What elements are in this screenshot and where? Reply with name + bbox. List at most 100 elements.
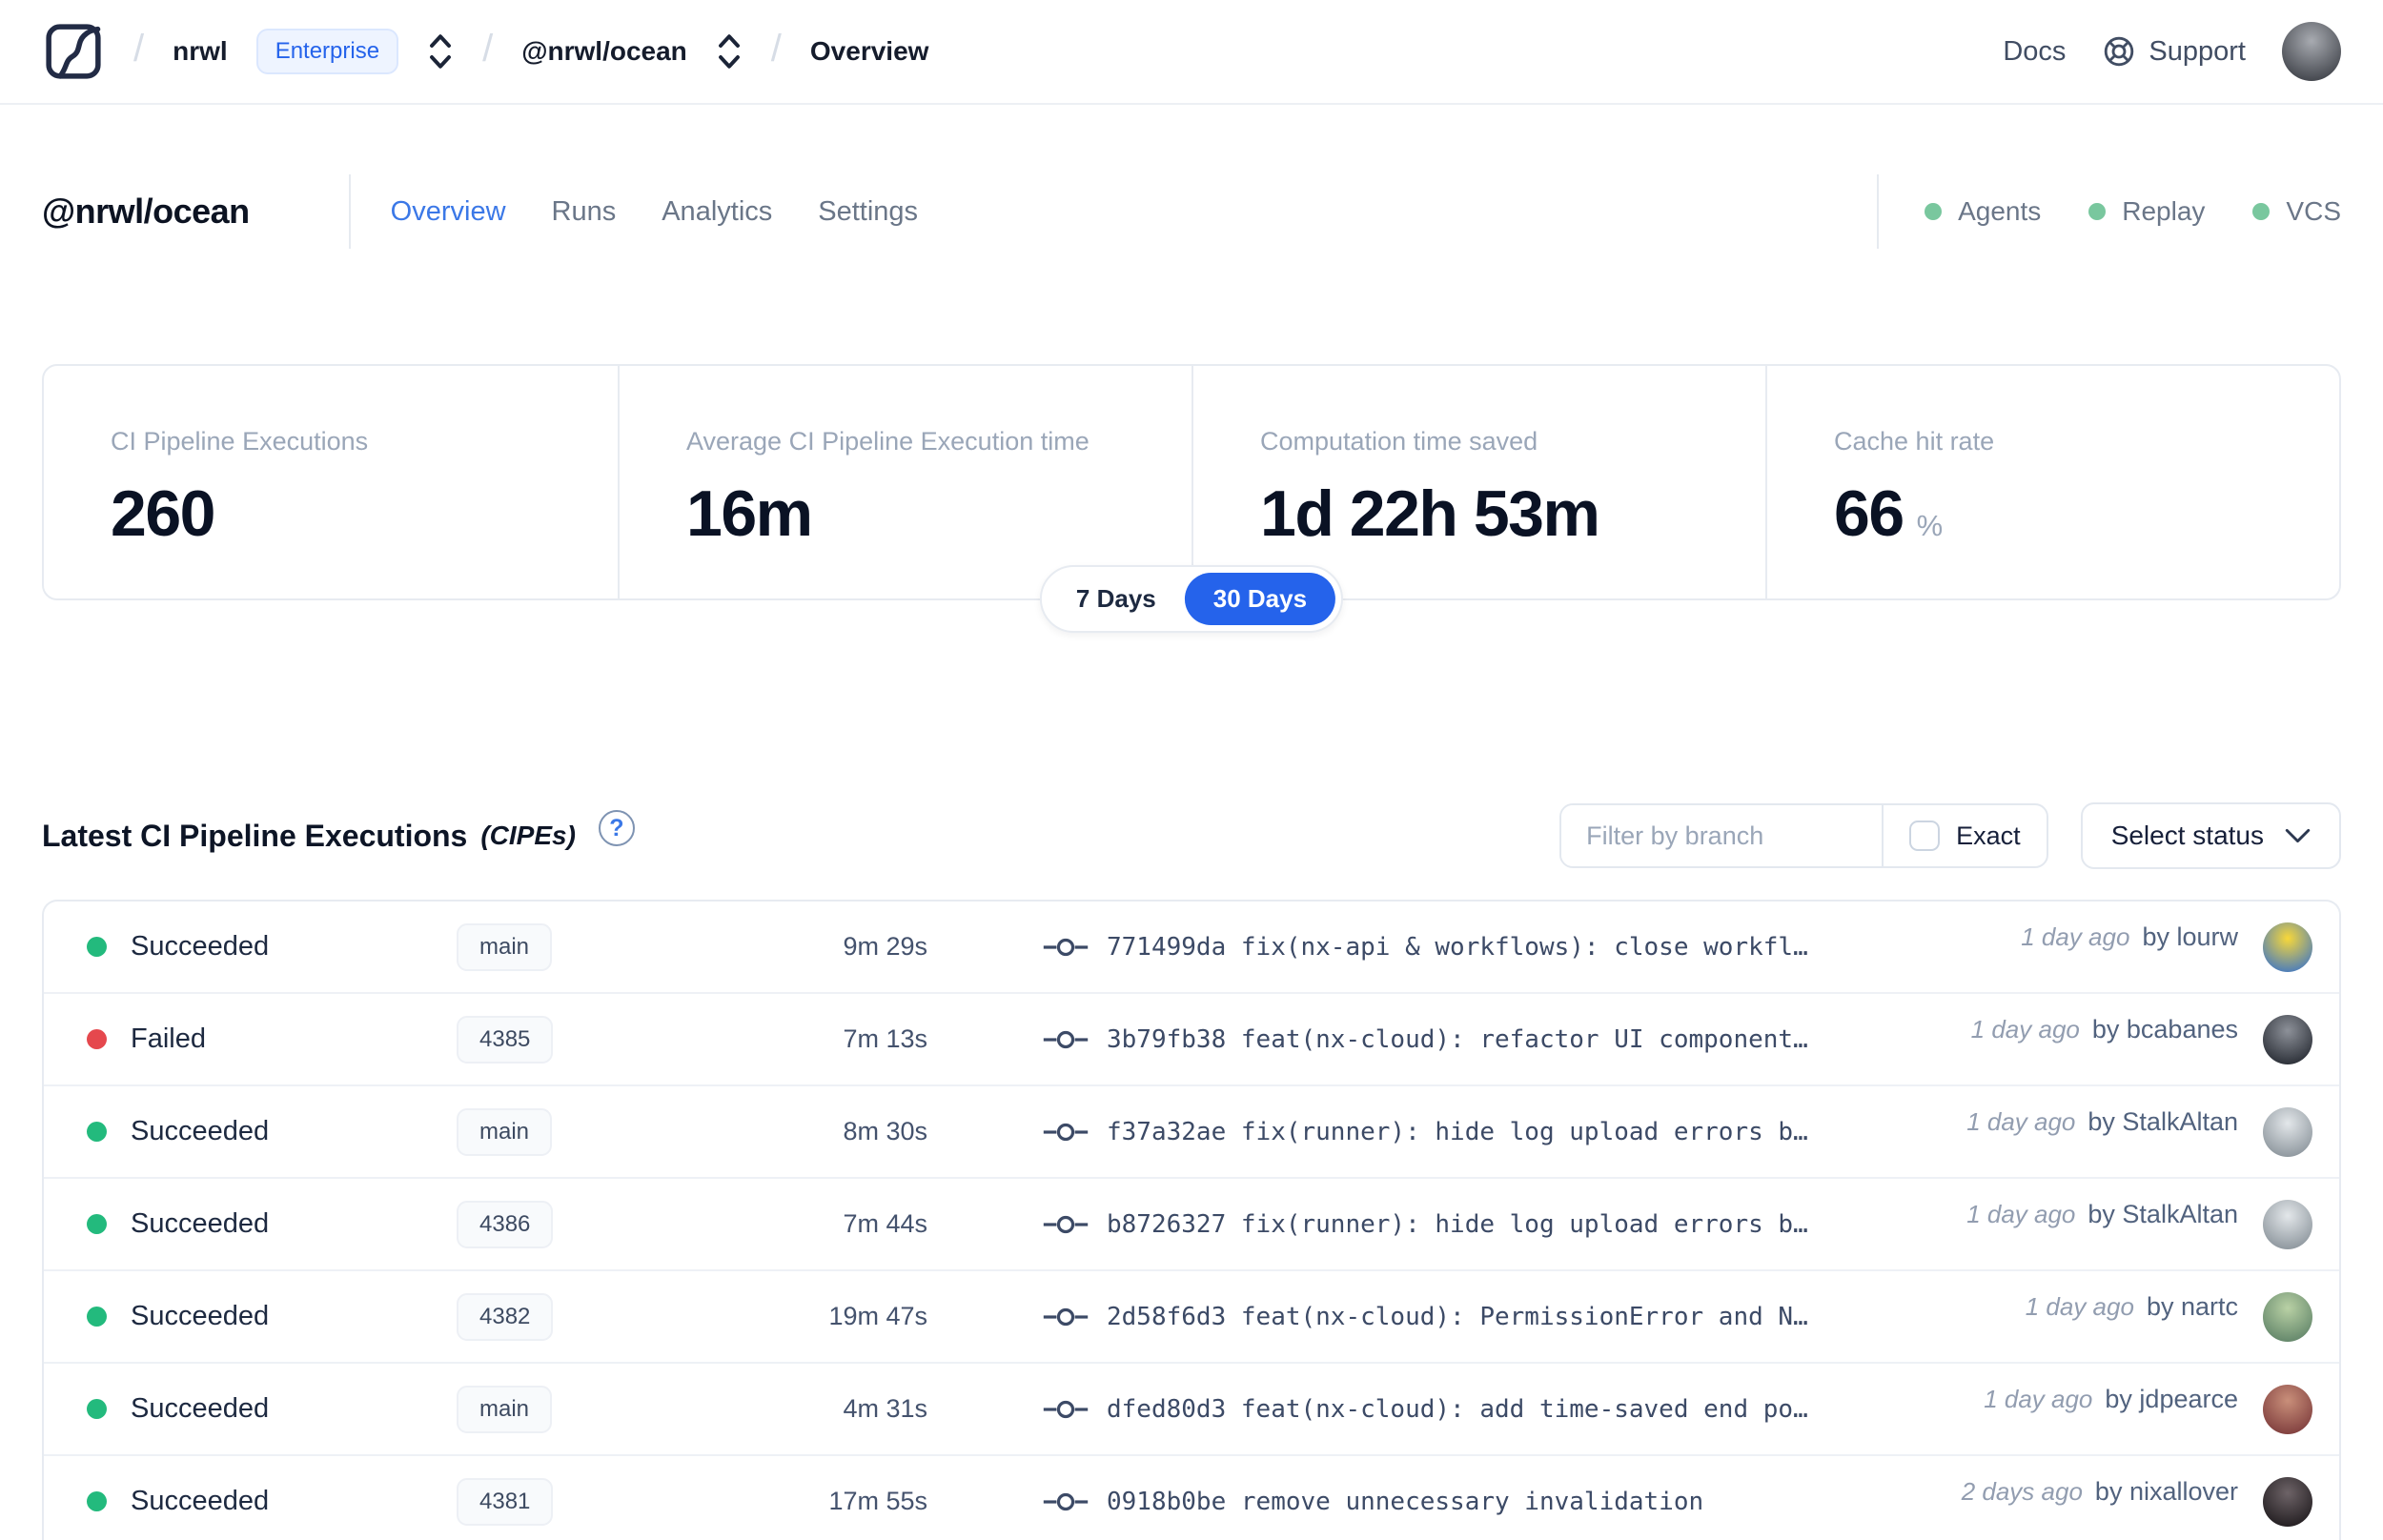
- breadcrumb-workspace[interactable]: @nrwl/ocean: [521, 36, 687, 67]
- docs-link[interactable]: Docs: [2003, 36, 2066, 68]
- author-avatar[interactable]: [2263, 1106, 2312, 1157]
- exact-filter[interactable]: Exact: [1884, 805, 2047, 866]
- tab-analytics[interactable]: Analytics: [662, 196, 772, 228]
- nx-cloud-logo[interactable]: [42, 20, 105, 83]
- help-icon[interactable]: ?: [598, 810, 635, 846]
- stat-label: Computation time saved: [1260, 427, 1538, 456]
- commit-cell: 2d58f6d3 feat(nx-cloud): PermissionError…: [1043, 1303, 2003, 1331]
- exact-checkbox[interactable]: [1909, 821, 1941, 851]
- status-cell: Succeeded: [87, 1116, 457, 1147]
- branch-badge[interactable]: 4385: [457, 1015, 554, 1064]
- range-option-30-days[interactable]: 30 Days: [1184, 573, 1336, 625]
- branch-filter-input[interactable]: [1561, 805, 1883, 866]
- chevron-up-down-icon: [430, 34, 452, 69]
- select-status-label: Select status: [2110, 821, 2264, 850]
- author: by nixallover: [2094, 1476, 2238, 1506]
- time-ago: 2 days ago: [1961, 1476, 2083, 1506]
- chevron-up-down-icon: [718, 34, 740, 69]
- branch-badge[interactable]: main: [457, 1385, 553, 1433]
- breadcrumb-separator: /: [133, 28, 145, 70]
- stat-value-number: 260: [111, 477, 215, 550]
- stat-label: Cache hit rate: [1834, 427, 1995, 456]
- author-avatar[interactable]: [2263, 1291, 2312, 1342]
- branch-badge[interactable]: main: [457, 922, 553, 971]
- indicator-agents: Agents: [1925, 196, 2041, 227]
- duration: 4m 31s: [843, 1394, 927, 1423]
- table-row[interactable]: Failed 4385 7m 13s 3b79fb38 feat(nx-clou…: [44, 994, 2339, 1086]
- status-dot: [87, 1122, 107, 1142]
- status-cell: Succeeded: [87, 1486, 457, 1517]
- branch-badge[interactable]: 4382: [457, 1292, 554, 1341]
- tab-overview[interactable]: Overview: [391, 196, 506, 228]
- commit-message[interactable]: 771499da fix(nx-api & workflows): close …: [1107, 933, 1808, 962]
- table-row[interactable]: Succeeded main 8m 30s f37a32ae fix(runne…: [44, 1086, 2339, 1179]
- author: by nartc: [2146, 1291, 2238, 1321]
- table-row[interactable]: Succeeded 4386 7m 44s b8726327 fix(runne…: [44, 1179, 2339, 1271]
- branch-cell: main: [457, 1385, 695, 1433]
- support-link[interactable]: Support: [2102, 34, 2246, 69]
- commit-message[interactable]: 2d58f6d3 feat(nx-cloud): PermissionError…: [1107, 1303, 1808, 1331]
- user-avatar[interactable]: [2282, 22, 2341, 81]
- top-nav: / nrwl Enterprise / @nrwl/ocean / Overvi…: [0, 0, 2383, 105]
- life-buoy-icon: [2105, 36, 2134, 67]
- branch-badge[interactable]: 4386: [457, 1200, 554, 1248]
- author: by StalkAltan: [2088, 1199, 2238, 1228]
- stat-card: CI Pipeline Executions 260: [44, 366, 618, 598]
- divider: [348, 174, 351, 249]
- author-avatar[interactable]: [2263, 922, 2312, 972]
- commit-cell: f37a32ae fix(runner): hide log upload er…: [1043, 1118, 1944, 1146]
- status-cell: Failed: [87, 1023, 457, 1055]
- status-label: Succeeded: [131, 931, 270, 962]
- author-avatar[interactable]: [2263, 1199, 2312, 1249]
- commit-message[interactable]: f37a32ae fix(runner): hide log upload er…: [1107, 1118, 1808, 1146]
- section-title: Latest CI Pipeline Executions: [42, 818, 468, 853]
- branch-badge[interactable]: main: [457, 1107, 553, 1156]
- tab-settings[interactable]: Settings: [818, 196, 918, 228]
- author-avatar[interactable]: [2263, 1384, 2312, 1434]
- workspace-header: @nrwl/ocean Overview Runs Analytics Setting…: [0, 173, 2383, 250]
- commit-message[interactable]: b8726327 fix(runner): hide log upload er…: [1107, 1210, 1808, 1239]
- range-option-7-days[interactable]: 7 Days: [1048, 573, 1185, 625]
- table-row[interactable]: Succeeded 4381 17m 55s 0918b0be remove u…: [44, 1456, 2339, 1540]
- duration: 9m 29s: [843, 932, 927, 961]
- workspace-switcher-button[interactable]: [716, 30, 743, 72]
- breadcrumb-org[interactable]: nrwl: [173, 36, 228, 67]
- author-avatar[interactable]: [2263, 1014, 2312, 1064]
- stat-label: Average CI Pipeline Execution time: [686, 427, 1090, 456]
- tab-runs[interactable]: Runs: [552, 196, 617, 228]
- commit-subject: feat(nx-cloud): PermissionError and N…: [1240, 1302, 1808, 1331]
- stat-value-number: 1d 22h 53m: [1260, 477, 1600, 550]
- time-ago: 1 day ago: [2021, 922, 2130, 951]
- meta-cell: 1 day ago by nartc: [2026, 1291, 2312, 1342]
- cipe-list-header: Latest CI Pipeline Executions (CIPEs) ? …: [42, 802, 2341, 869]
- chevron-down-icon: [2285, 828, 2311, 843]
- status-dot: [87, 1399, 107, 1419]
- indicator-vcs: VCS: [2252, 196, 2341, 227]
- nx-cloud-logo-icon: [46, 24, 101, 79]
- select-status-button[interactable]: Select status: [2080, 802, 2341, 869]
- stats-section: CI Pipeline Executions 260 Average CI Pi…: [42, 364, 2341, 633]
- table-row[interactable]: Succeeded main 9m 29s 771499da fix(nx-ap…: [44, 902, 2339, 994]
- meta-cell: 1 day ago by lourw: [2021, 922, 2312, 972]
- branch-cell: main: [457, 1107, 695, 1156]
- commit-message[interactable]: dfed80d3 feat(nx-cloud): add time-saved …: [1107, 1395, 1808, 1424]
- author: by lourw: [2142, 922, 2238, 951]
- page-title: @nrwl/ocean: [42, 192, 250, 231]
- org-switcher-button[interactable]: [427, 30, 454, 72]
- commit-message[interactable]: 3b79fb38 feat(nx-cloud): refactor UI com…: [1107, 1025, 1808, 1054]
- status-cell: Succeeded: [87, 1301, 457, 1332]
- branch-badge[interactable]: 4381: [457, 1477, 554, 1526]
- indicator-label: Agents: [1958, 196, 2042, 226]
- commit-message[interactable]: 0918b0be remove unnecessary invalidation: [1107, 1488, 1703, 1516]
- git-commit-icon: [1043, 1215, 1089, 1233]
- time-ago: 1 day ago: [1984, 1384, 2093, 1413]
- status-indicators: Agents Replay VCS: [1925, 196, 2341, 227]
- commit-hash: 3b79fb38: [1107, 1024, 1227, 1054]
- stat-value-suffix: %: [1916, 509, 1944, 542]
- author-avatar[interactable]: [2263, 1476, 2312, 1527]
- table-row[interactable]: Succeeded main 4m 31s dfed80d3 feat(nx-c…: [44, 1364, 2339, 1456]
- section-subtitle: (CIPEs): [480, 821, 576, 850]
- branch-cell: main: [457, 922, 695, 971]
- branch-cell: 4382: [457, 1292, 695, 1341]
- table-row[interactable]: Succeeded 4382 19m 47s 2d58f6d3 feat(nx-…: [44, 1271, 2339, 1364]
